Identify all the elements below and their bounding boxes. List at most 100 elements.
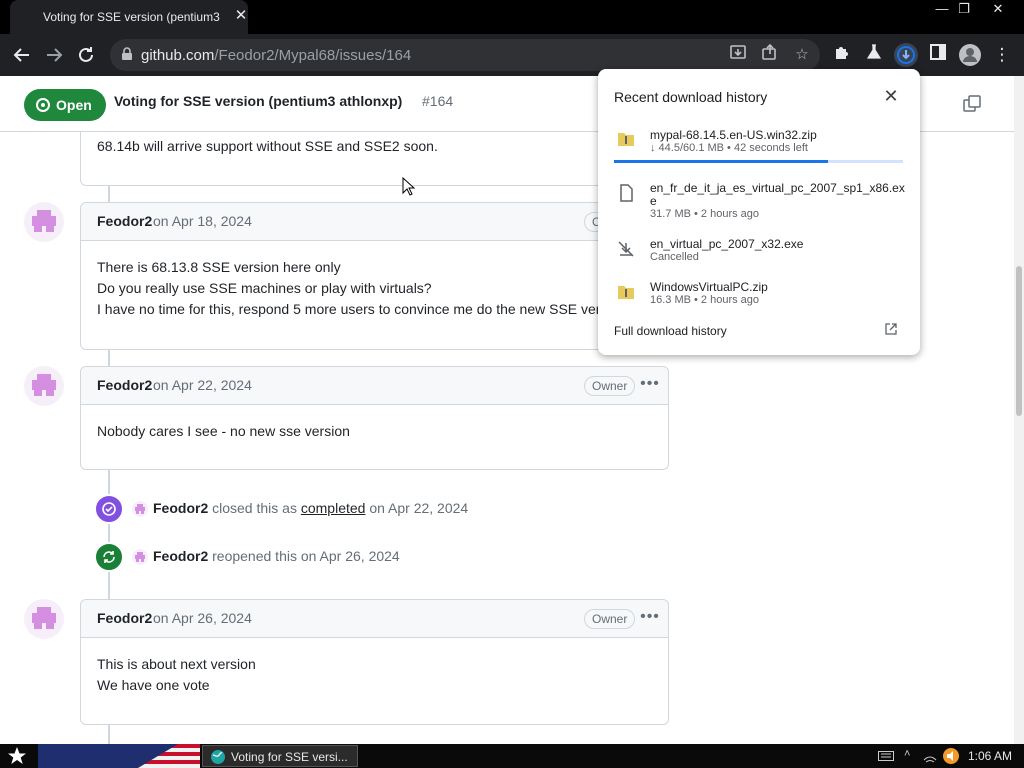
comment-options-button[interactable]: ••• [639,376,661,396]
share-icon[interactable] [758,43,782,67]
event-text: Feodor2 reopened this on Apr 26, 2024 [153,548,400,564]
comment-card: Feodor2 on Apr 26, 2024 Owner ••• This i… [80,599,669,725]
completed-link[interactable]: completed [301,500,366,516]
download-status: 31.7 MB • 2 hours ago [650,208,760,220]
download-history-bubble: Recent download history ✕ mypal-68.14.5.… [598,69,920,355]
download-progress-fill [614,160,828,163]
tray-expand-icon[interactable]: ˄ [904,748,910,760]
event-date[interactable]: on Apr 22, 2024 [369,500,468,516]
downloads-heading: Recent download history [614,89,768,105]
mini-avatar[interactable] [132,501,148,517]
full-download-history-link[interactable]: Full download history [614,324,727,338]
lock-icon [122,47,132,60]
avatar[interactable] [24,366,64,406]
tab-title: Voting for SSE version (pentium3 athlonx… [43,10,221,24]
download-status: 16.3 MB • 2 hours ago [650,294,760,306]
comment-date[interactable]: on Apr 26, 2024 [153,610,252,626]
download-status: Cancelled [650,251,699,263]
address-bar[interactable]: github.com/Feodor2/Mypal68/issues/164 ☆ [110,39,820,71]
browser-menu-icon[interactable]: ⋮ [990,43,1014,67]
cancelled-download-icon [618,241,634,257]
comment-author[interactable]: Feodor2 [97,213,152,229]
download-status: ↓ 44.5/60.1 MB • 42 seconds left [650,142,808,154]
url-text[interactable]: github.com/Feodor2/Mypal68/issues/164 [141,47,411,64]
extensions-icon[interactable] [830,43,854,67]
avatar[interactable] [24,202,64,242]
event-action: closed this as [212,500,297,516]
event-actor[interactable]: Feodor2 [153,500,208,516]
mouse-cursor-icon [402,177,416,196]
reload-icon[interactable] [74,43,98,67]
url-path: /Feodor2/Mypal68/issues/164 [214,47,412,64]
comment-text: We have one vote [97,677,210,693]
keyboard-icon[interactable] [878,751,894,761]
avatar[interactable] [24,599,64,639]
comment-text: This is about next version [97,656,256,672]
zip-folder-icon [618,286,634,299]
comment-options-button[interactable]: ••• [639,609,661,629]
forward-icon[interactable] [42,43,66,67]
side-panel-icon[interactable] [926,43,950,67]
labs-flask-icon[interactable] [862,43,886,67]
comment-text: I have no time for this, respond 5 more … [97,301,627,317]
issue-number: #164 [422,93,454,109]
speaker-icon[interactable] [942,747,960,765]
flag-decoration [38,744,200,768]
downloads-icon[interactable] [894,43,918,67]
tab-close-button[interactable]: ✕ [232,7,250,25]
comment-header: Feodor2 on Apr 22, 2024 Owner ••• [81,367,668,405]
issue-open-icon [36,98,50,112]
comment-header: Feodor2 on Apr 26, 2024 Owner ••• [81,600,668,638]
page-scrollbar[interactable] [1014,76,1024,744]
event-actor[interactable]: Feodor2 [153,548,208,564]
comment-author[interactable]: Feodor2 [97,610,152,626]
comment-text: Do you really use SSE machines or play w… [97,280,432,296]
issue-title: Voting for SSE version (pentium3 athlonx… [114,93,403,109]
owner-badge: Owner [584,376,636,396]
mini-avatar[interactable] [132,549,148,565]
open-external-icon[interactable] [884,322,898,336]
comment-header: Feodor2 on Apr 18, 2024 O [81,203,668,241]
download-item[interactable]: en_fr_de_it_ja_es_virtual_pc_2007_sp1_x8… [598,181,920,227]
taskbar-clock[interactable]: 1:06 AM [968,749,1012,763]
download-filename: mypal-68.14.5.en-US.win32.zip [650,128,817,142]
url-host: github.com [141,47,215,64]
open-state-badge: Open [24,89,106,121]
download-filename: en_virtual_pc_2007_x32.exe [650,237,804,251]
comment-date[interactable]: on Apr 22, 2024 [153,377,252,393]
copy-icon[interactable] [962,94,982,114]
event-action: reopened this [212,548,297,564]
download-item[interactable]: en_virtual_pc_2007_x32.exe Cancelled [598,237,920,267]
taskbar: Voting for SSE versi... ˄ 1:06 AM [0,744,1024,768]
downloads-close-button[interactable]: ✕ [882,87,900,105]
comment-text: There is 68.13.8 SSE version here only [97,259,341,275]
maximize-button[interactable]: ❐ [948,0,980,18]
window-close-button[interactable]: ✕ [982,0,1014,18]
back-icon[interactable] [10,43,34,67]
comment-card: Feodor2 on Apr 22, 2024 Owner ••• Nobody… [80,366,669,470]
download-filename: WindowsVirtualPC.zip [650,280,768,294]
closed-completed-icon [94,494,124,524]
globe-icon [211,750,225,764]
tab-strip: Voting for SSE version (pentium3 athlonx… [0,0,1024,34]
state-label: Open [56,97,92,113]
taskbar-app-title: Voting for SSE versi... [231,750,348,764]
bookmark-star-icon[interactable]: ☆ [790,43,814,67]
event-date[interactable]: on Apr 26, 2024 [301,548,400,564]
reopened-icon [94,542,124,572]
profile-avatar-icon[interactable] [958,43,982,67]
network-icon[interactable] [922,748,938,764]
comment-date[interactable]: on Apr 18, 2024 [153,213,252,229]
scrollbar-thumb[interactable] [1016,266,1022,416]
file-icon [620,184,633,202]
comment-card: Feodor2 on Apr 18, 2024 O There is 68.13… [80,202,669,350]
download-item[interactable]: WindowsVirtualPC.zip 16.3 MB • 2 hours a… [598,280,920,310]
zip-folder-icon [618,133,634,146]
active-tab[interactable]: Voting for SSE version (pentium3 athlonx… [10,0,248,34]
taskbar-browser-button[interactable]: Voting for SSE versi... [202,745,358,767]
comment-author[interactable]: Feodor2 [97,377,152,393]
comment-text: 68.14b will arrive support without SSE a… [97,138,438,154]
start-star-icon[interactable] [6,746,28,766]
install-app-icon[interactable] [726,43,750,67]
download-filename: en_fr_de_it_ja_es_virtual_pc_2007_sp1_x8… [650,181,905,208]
